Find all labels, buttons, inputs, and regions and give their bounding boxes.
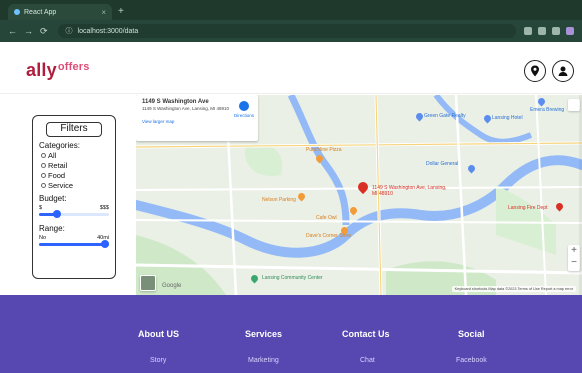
place-label: Dollar General (426, 161, 459, 167)
browser-nav: ← → ⟳ (8, 26, 48, 37)
directions-icon (238, 101, 249, 111)
extension-icon[interactable] (552, 27, 560, 35)
radio-icon[interactable] (41, 163, 46, 168)
extension-icon[interactable] (538, 27, 546, 35)
directions-label: Directions (233, 113, 254, 118)
user-icon (558, 66, 568, 76)
location-button[interactable] (524, 60, 546, 82)
range-range-labels: No 40mi (39, 235, 109, 241)
logo[interactable]: allyoffers (26, 60, 90, 81)
logo-sup: offers (57, 61, 90, 73)
forward-icon[interactable]: → (24, 26, 33, 37)
header-icons (524, 60, 574, 82)
info-card-address: 1149 S Washington Ave, Lansing, MI 48910 (142, 106, 229, 111)
radio-icon[interactable] (41, 183, 46, 188)
radio-icon[interactable] (41, 153, 46, 158)
back-icon[interactable]: ← (8, 26, 17, 37)
profile-icon[interactable] (566, 27, 574, 35)
category-option[interactable]: Food (41, 171, 109, 180)
category-label: All (48, 151, 57, 160)
footer-facebook-link[interactable]: Facebook (456, 357, 487, 364)
browser-tab-bar: React App × + (0, 0, 582, 20)
map-attribution: Keyboard shortcuts Map data ©2023 Terms … (451, 286, 576, 292)
filters-title[interactable]: Filters (46, 122, 102, 137)
budget-range-labels: $ $$$ (39, 205, 109, 211)
range-label: Range: (39, 224, 65, 233)
footer-marketing-link[interactable]: Marketing (248, 357, 279, 364)
site-footer: About US Story Services Marketing Contac… (0, 295, 582, 373)
filters-panel: Filters Categories: All Retail Food Serv… (32, 115, 116, 279)
budget-min: $ (39, 205, 43, 211)
tab-title: React App (24, 8, 57, 16)
profile-button[interactable] (552, 60, 574, 82)
place-label: Cafe Owl (316, 215, 337, 221)
place-label: Emera Brewing (530, 107, 565, 113)
footer-services-title: Services (245, 329, 283, 339)
place-label: Dave's Corner Store (306, 233, 352, 239)
range-slider-fill (39, 243, 109, 246)
footer-chat-link[interactable]: Chat (360, 357, 375, 364)
url-field[interactable]: ⓘ localhost:3000/data (57, 24, 516, 38)
site-info-icon[interactable]: ⓘ (66, 26, 73, 36)
browser-tab[interactable]: React App × (8, 4, 112, 20)
range-slider-handle[interactable] (101, 240, 109, 248)
page-header: allyoffers (0, 42, 582, 94)
reload-icon[interactable]: ⟳ (40, 26, 48, 37)
radio-icon[interactable] (41, 173, 46, 178)
footer-story-link[interactable]: Story (150, 357, 166, 364)
category-option[interactable]: Service (41, 181, 109, 190)
footer-about-title: About US (138, 329, 179, 339)
map[interactable]: 1149 S Washington Ave 1149 S Washington … (136, 95, 582, 295)
range-min: No (39, 235, 47, 241)
footer-social-title: Social (458, 329, 485, 339)
place-label: Lansing Hotel (492, 115, 523, 121)
budget-slider-handle[interactable] (52, 210, 61, 218)
view-larger-map-link[interactable]: View larger map (142, 119, 252, 124)
range-slider[interactable] (39, 240, 109, 248)
close-tab-icon[interactable]: × (101, 8, 106, 17)
categories-label: Categories: (39, 141, 80, 150)
url-text: localhost:3000/data (77, 27, 139, 35)
budget-max: $$$ (99, 205, 109, 211)
place-label: Nelson Parking (262, 197, 296, 203)
google-logo: Google (162, 283, 182, 289)
category-label: Retail (48, 161, 68, 170)
directions-button[interactable]: Directions (234, 101, 254, 118)
logo-main: ally (26, 60, 57, 80)
category-label: Service (48, 181, 74, 190)
category-label: Food (48, 171, 66, 180)
category-option[interactable]: Retail (41, 161, 109, 170)
place-label: Green Gate Realty (424, 113, 466, 119)
category-option[interactable]: All (41, 151, 109, 160)
satellite-layer-button[interactable] (140, 275, 156, 291)
address-bar: ← → ⟳ ⓘ localhost:3000/data (0, 20, 582, 42)
place-label: Lansing Community Center (262, 275, 323, 281)
budget-label: Budget: (39, 194, 67, 203)
location-pin-icon (531, 65, 539, 77)
map-info-card: 1149 S Washington Ave 1149 S Washington … (136, 95, 258, 141)
extension-icon[interactable] (524, 27, 532, 35)
extension-icons (524, 27, 574, 35)
react-favicon-icon (14, 9, 20, 15)
marker-label: 1149 S Washington Ave, Lansing, MI 48910 (372, 185, 447, 197)
place-label: Lansing Fire Dept (508, 205, 548, 211)
new-tab-button[interactable]: + (118, 4, 124, 20)
place-label: Punchline Pizza (306, 147, 342, 153)
budget-slider[interactable] (39, 210, 109, 218)
footer-contact-title: Contact Us (342, 329, 390, 339)
